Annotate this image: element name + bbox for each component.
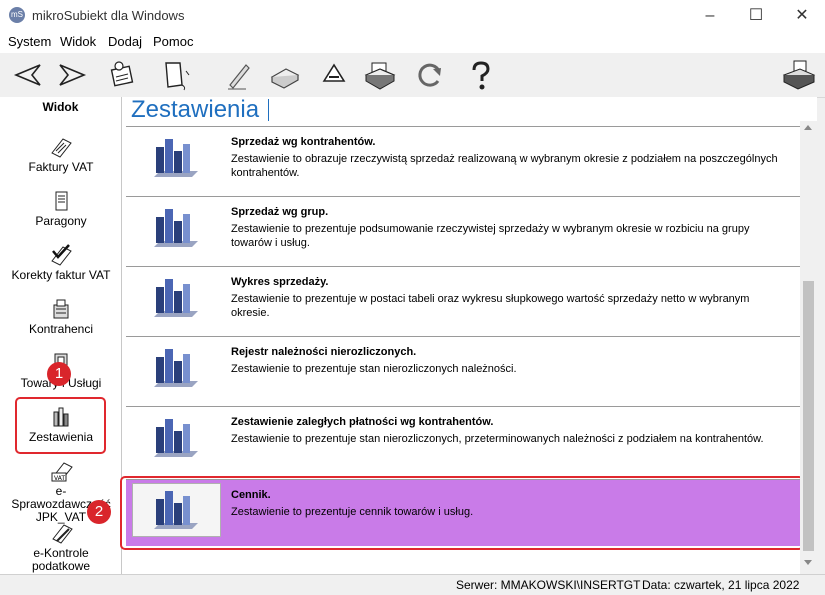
tax-control-icon [52,524,73,544]
report-description: Zestawienie to prezentuje stan nierozlic… [231,363,517,375]
menu-dodaj[interactable]: Dodaj [108,34,142,49]
report-row-wykres-sprzedazy[interactable]: Wykres sprzedaży. Zestawienie to prezent… [126,266,802,337]
printer-icon[interactable] [266,57,302,93]
sidebar-item-paragony[interactable]: Paragony [6,189,116,239]
bar-chart-icon [154,209,198,247]
sidebar-item-label: Paragony [35,214,87,228]
report-name: Zestawienie zaległych płatności wg kontr… [231,416,494,428]
highlight-frame-zestawienia [15,397,106,454]
menu-pomoc[interactable]: Pomoc [153,34,193,49]
report-description: Zestawienie to prezentuje stan nierozlic… [231,433,764,445]
scroll-down-icon[interactable] [804,560,812,565]
app-logo-icon: mS [9,7,25,23]
sidebar-item-korekty[interactable]: Korekty faktur VAT [6,243,116,293]
vertical-scrollbar[interactable] [800,121,817,574]
status-bar: Serwer: MMAKOWSKI\INSERTGT Data: czwarte… [0,574,825,595]
sidebar-item-faktury-vat[interactable]: Faktury VAT [6,135,116,185]
report-name: Rejestr należności nierozliczonych. [231,346,417,358]
recycle-icon[interactable] [316,57,352,93]
sidebar-item-label: Korekty faktur VAT [11,268,111,282]
report-name: Sprzedaż wg kontrahentów. [231,136,376,148]
report-description: Zestawienie to prezentuje podsumowanie r… [231,223,750,249]
sidebar-item-kontrahenci[interactable]: Kontrahenci [6,297,116,347]
bar-chart-icon [154,419,198,457]
date-status: Data: czwartek, 21 lipca 2022 [642,578,800,592]
refresh-icon[interactable] [412,57,448,93]
sidebar-item-label: e-Kontrole podatkowe [31,546,91,573]
document-curl-icon[interactable] [156,57,192,93]
report-description: Zestawienie to prezentuje w postaci tabe… [231,293,750,319]
correction-check-icon [51,244,72,266]
sidebar-header: Widok [42,100,79,114]
menu-bar: System Widok Dodaj Pomoc [0,31,825,53]
invoice-icon [51,138,72,158]
server-status: Serwer: MMAKOWSKI\INSERTGT [456,578,641,592]
minimize-button[interactable]: – [687,0,733,31]
menu-system[interactable]: System [8,34,51,49]
scroll-up-icon[interactable] [804,125,812,130]
report-name: Wykres sprzedaży. [231,276,329,288]
report-name: Sprzedaż wg grup. [231,206,329,218]
scroll-thumb[interactable] [803,281,814,551]
receipt-icon [55,191,68,211]
close-button[interactable]: ✕ [779,0,825,31]
svg-text:VAT: VAT [54,475,65,482]
page-title: Zestawienia [131,97,260,123]
toolbar [0,53,825,98]
bar-chart-icon [154,139,198,177]
report-row-sprzedaz-grupy[interactable]: Sprzedaż wg grup. Zestawienie to prezent… [126,196,802,267]
bar-chart-icon [154,349,198,387]
help-question-icon[interactable] [462,57,498,93]
bar-chart-icon [154,279,198,317]
report-row-zalegle-platnosci[interactable]: Zestawienie zaległych płatności wg kontr… [126,406,802,477]
back-arrow-icon[interactable] [10,57,46,93]
highlight-frame-cennik [120,476,804,550]
contractors-icon [53,299,69,319]
maximize-button[interactable]: ☐ [733,0,779,31]
calendar-icon[interactable] [104,57,140,93]
step-badge-2: 2 [87,500,111,524]
pen-icon[interactable] [220,57,256,93]
report-description: Zestawienie to obrazuje rzeczywistą sprz… [231,153,778,179]
sidebar-item-e-kontrole[interactable]: e-Kontrole podatkowe [6,521,116,573]
step-badge-1: 1 [47,362,71,386]
sidebar-item-label: Kontrahenci [28,322,94,336]
menu-widok[interactable]: Widok [60,34,96,49]
report-row-rejestr-naleznosci[interactable]: Rejestr należności nierozliczonych. Zest… [126,336,802,407]
printer-large-icon[interactable] [362,57,398,93]
vat-report-icon: VAT [51,462,73,482]
fax-printer-icon[interactable] [780,57,816,93]
forward-arrow-icon[interactable] [54,57,90,93]
sidebar-item-label: Faktury VAT [28,160,94,174]
window-title: mikroSubiekt dla Windows [32,8,185,23]
report-row-sprzedaz-kontrahenci[interactable]: Sprzedaż wg kontrahentów. Zestawienie to… [126,126,802,197]
title-caret [268,99,269,121]
title-bar: mS mikroSubiekt dla Windows – ☐ ✕ [0,0,825,31]
